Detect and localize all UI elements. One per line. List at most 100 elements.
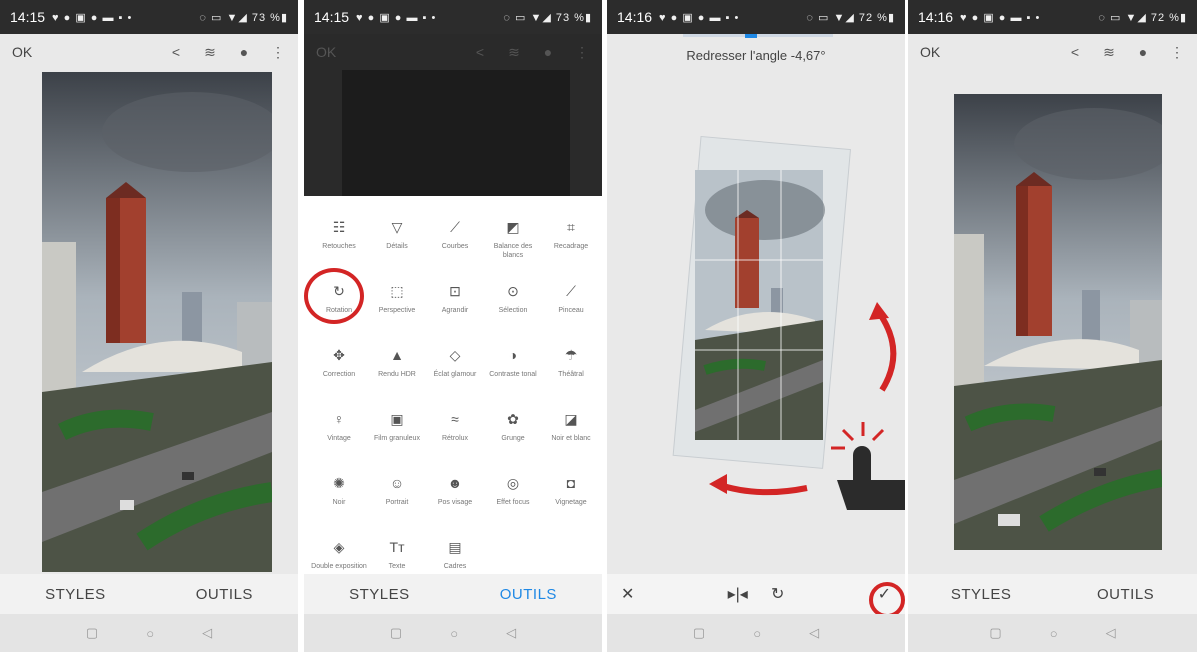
tool-icon: ⊡	[449, 282, 461, 299]
dimmed-photo	[342, 70, 570, 196]
tool-icon: ⟋	[450, 218, 460, 235]
tool-icon: ✿	[507, 410, 519, 427]
tool-icon: ✥	[333, 346, 345, 363]
back-icon[interactable]: ◁	[809, 625, 819, 641]
tool-label: Retouches	[322, 243, 356, 250]
rotation-angle-label: Redresser l'angle -4,67°	[686, 48, 826, 63]
tool-item[interactable]: ◎ Effet focus	[484, 474, 542, 526]
tool-item[interactable]: ⬚ Perspective	[368, 282, 426, 334]
tool-item[interactable]: ◘ Vignetage	[542, 474, 600, 526]
tool-item[interactable]: ▣ Film granuleux	[368, 410, 426, 462]
status-bar: 14:16 ♥ ● ▣ ● ▬ ▪ • ◌ ▭ ▼◢ 72 %▮	[607, 0, 905, 34]
tool-item[interactable]: ◇ Éclat glamour	[426, 346, 484, 398]
close-icon[interactable]: ✕	[621, 584, 634, 604]
system-icons: ◌ ▭ ▼◢ 73 %▮	[199, 11, 288, 24]
tab-styles[interactable]: STYLES	[951, 586, 1012, 603]
straightened-photo	[954, 94, 1162, 550]
rotate-icon[interactable]: ↻	[771, 584, 784, 604]
tool-item[interactable]: ▲ Rendu HDR	[368, 346, 426, 398]
tool-label: Noir	[332, 499, 346, 506]
tool-item[interactable]: ✺ Noir	[310, 474, 368, 526]
filter-icon[interactable]: ≋	[1101, 44, 1117, 60]
tool-label: Vintage	[327, 435, 351, 442]
tool-icon: ◈	[333, 538, 345, 555]
tool-item[interactable]: ◪ Noir et blanc	[542, 410, 600, 462]
back-icon[interactable]: ◁	[506, 625, 516, 641]
recents-icon[interactable]: ▢	[390, 625, 402, 641]
home-icon[interactable]: ○	[146, 626, 154, 641]
info-icon[interactable]: ●	[236, 44, 252, 60]
flip-icon[interactable]: ▸|◂	[728, 584, 748, 604]
tool-icon: ⊙	[507, 282, 519, 299]
back-icon[interactable]: ◁	[202, 625, 212, 641]
filter-icon[interactable]: ≋	[202, 44, 218, 60]
tool-item[interactable]: ⌗ Recadrage	[542, 218, 600, 270]
tool-label: Noir et blanc	[551, 435, 591, 442]
tool-item[interactable]: ✿ Grunge	[484, 410, 542, 462]
status-bar: 14:15 ♥ ● ▣ ● ▬ ▪ • ◌ ▭ ▼◢ 73 %▮	[304, 0, 602, 34]
ok-button[interactable]: OK	[12, 44, 32, 60]
tool-icon: ◩	[506, 218, 520, 235]
tool-item[interactable]: ✥ Correction	[310, 346, 368, 398]
system-icons: ◌ ▭ ▼◢ 73 %▮	[503, 11, 592, 24]
home-icon[interactable]: ○	[753, 626, 761, 641]
ok-button[interactable]: OK	[920, 44, 940, 60]
tab-styles[interactable]: STYLES	[349, 586, 410, 603]
tool-label: Texte	[388, 563, 406, 570]
tool-label: Vignetage	[555, 499, 587, 506]
angle-slider-thumb[interactable]	[745, 34, 757, 38]
share-icon[interactable]: <	[168, 44, 184, 60]
tool-label: Courbes	[441, 243, 469, 250]
back-icon[interactable]: ◁	[1106, 625, 1116, 641]
tool-label: Correction	[322, 371, 356, 378]
tool-icon: Tт	[389, 539, 405, 555]
tab-outils[interactable]: OUTILS	[196, 586, 253, 603]
tool-label: Grunge	[501, 435, 525, 442]
rotation-canvas[interactable]	[607, 70, 905, 510]
tool-label: Rendu HDR	[378, 371, 416, 378]
angle-slider-track[interactable]	[683, 34, 833, 37]
ok-button[interactable]: OK	[316, 44, 336, 60]
tool-item[interactable]: ☷ Retouches	[310, 218, 368, 270]
tab-styles[interactable]: STYLES	[45, 586, 106, 603]
tool-item[interactable]: ♀ Vintage	[310, 410, 368, 462]
filter-icon[interactable]: ≋	[506, 44, 522, 60]
city-tower-photo	[42, 72, 272, 572]
recents-icon[interactable]: ▢	[86, 625, 98, 641]
tool-item[interactable]: ⊡ Agrandir	[426, 282, 484, 334]
tool-icon: ▽	[391, 218, 403, 235]
tool-label: Cadres	[443, 563, 467, 570]
tool-label: Sélection	[498, 307, 528, 314]
phone-screen-4: 14:16 ♥ ● ▣ ● ▬ ▪ • ◌ ▭ ▼◢ 72 %▮ OK < ≋ ●…	[908, 0, 1197, 652]
tool-item[interactable]: ☂ Théâtral	[542, 346, 600, 398]
tool-item[interactable]: ⟋ Courbes	[426, 218, 484, 270]
tool-icon: ◘	[566, 475, 576, 491]
tool-item[interactable]: ◩ Balance des blancs	[484, 218, 542, 270]
tool-item[interactable]: ◑ Contraste tonal	[484, 346, 542, 398]
tool-item[interactable]: ⊙ Sélection	[484, 282, 542, 334]
info-icon[interactable]: ●	[540, 44, 556, 60]
tool-item[interactable]: ☻ Pos visage	[426, 474, 484, 526]
highlight-circle-check	[869, 582, 905, 618]
share-icon[interactable]: <	[472, 44, 488, 60]
tool-item[interactable]: ⟋ Pinceau	[542, 282, 600, 334]
tool-item[interactable]: ≈ Rétrolux	[426, 410, 484, 462]
tool-item[interactable]: ☺ Portrait	[368, 474, 426, 526]
share-icon[interactable]: <	[1067, 44, 1083, 60]
tool-item[interactable]: ▽ Détails	[368, 218, 426, 270]
more-vert-icon[interactable]: ⋮	[1169, 44, 1185, 60]
more-vert-icon[interactable]: ⋮	[574, 44, 590, 60]
info-icon[interactable]: ●	[1135, 44, 1151, 60]
system-icons: ◌ ▭ ▼◢ 72 %▮	[1098, 11, 1187, 24]
tool-icon: ◇	[449, 346, 461, 363]
recents-icon[interactable]: ▢	[989, 625, 1001, 641]
home-icon[interactable]: ○	[1050, 626, 1058, 641]
recents-icon[interactable]: ▢	[693, 625, 705, 641]
phone-screen-2: 14:15 ♥ ● ▣ ● ▬ ▪ • ◌ ▭ ▼◢ 73 %▮ OK < ≋ ●…	[304, 0, 602, 652]
tab-outils[interactable]: OUTILS	[500, 586, 557, 603]
home-icon[interactable]: ○	[450, 626, 458, 641]
tab-outils[interactable]: OUTILS	[1097, 586, 1154, 603]
phone-screen-1: 14:15 ♥ ● ▣ ● ▬ ▪ • ◌ ▭ ▼◢ 73 %▮ OK < ≋ ●…	[0, 0, 298, 652]
more-vert-icon[interactable]: ⋮	[270, 44, 286, 60]
tool-label: Théâtral	[558, 371, 584, 378]
